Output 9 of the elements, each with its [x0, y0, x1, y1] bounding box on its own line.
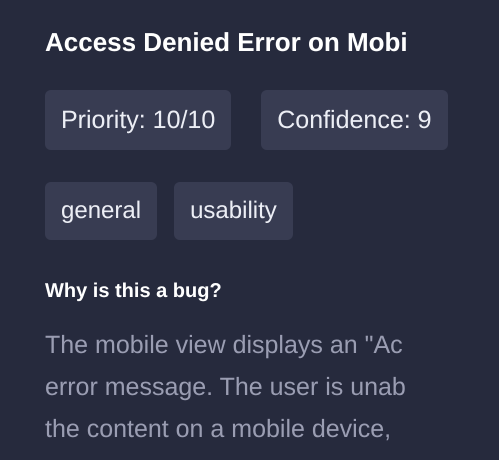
bug-title: Access Denied Error on Mobi — [45, 26, 409, 58]
description-line: the content on a mobile device, — [45, 414, 392, 445]
info-badge: Confidence: 9 — [261, 90, 448, 150]
tag-chip: usability — [174, 182, 293, 240]
description-line: error message. The user is unab — [45, 372, 407, 403]
info-badge: Priority: 10/10 — [45, 90, 232, 150]
description-line: The mobile view displays an "Ac — [45, 330, 404, 361]
section-heading: Why is this a bug? — [45, 279, 223, 304]
tag-chip: general — [45, 182, 158, 240]
